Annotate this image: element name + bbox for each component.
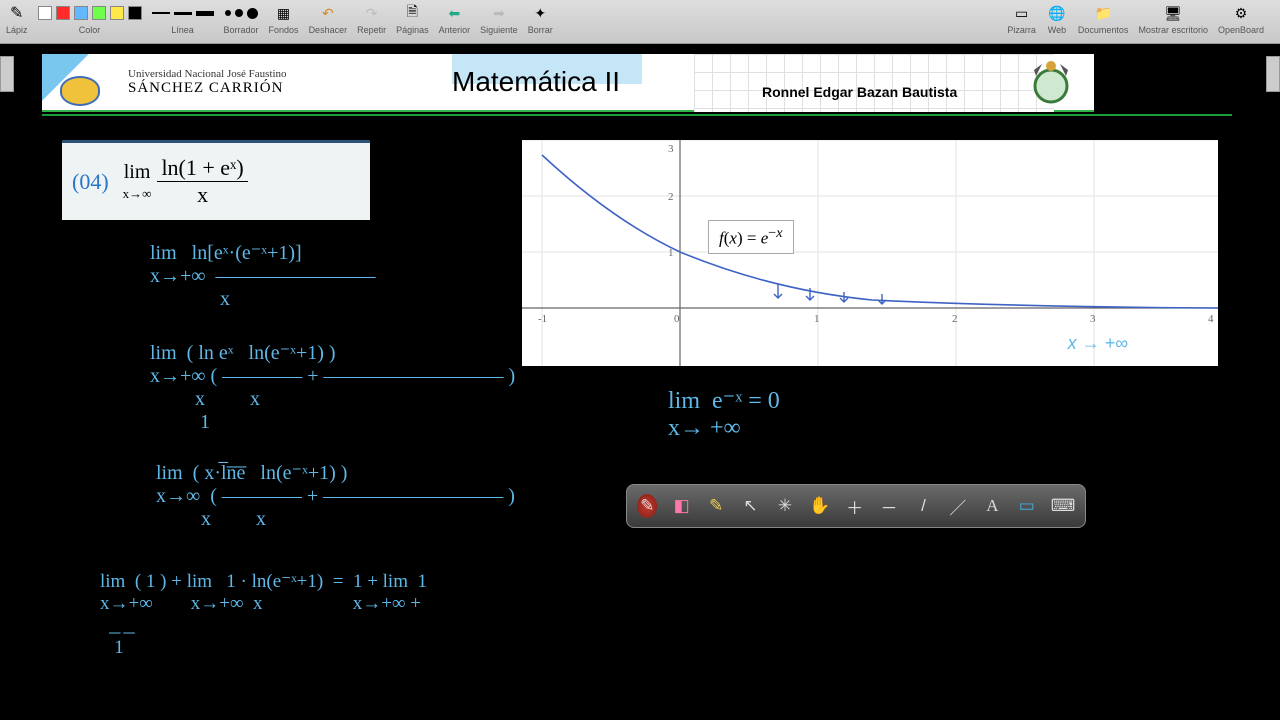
- label-paginas: Páginas: [396, 25, 429, 35]
- tool-prev[interactable]: ⬅ Anterior: [439, 2, 471, 35]
- tool-hand-sparkle-icon[interactable]: ✳: [775, 494, 795, 518]
- top-toolbar: ✎ Lápiz Color Línea Borrador ▦ Fondos ↶ …: [0, 0, 1280, 44]
- svg-text:3: 3: [1090, 313, 1096, 325]
- tool-redo[interactable]: ↷ Repetir: [357, 2, 386, 35]
- tool-web[interactable]: 🌐 Web: [1046, 2, 1068, 35]
- tool-pen[interactable]: ✎ Lápiz: [6, 2, 28, 35]
- label-deshacer: Deshacer: [309, 25, 348, 35]
- color-blue[interactable]: [74, 6, 88, 20]
- tool-clear[interactable]: ✦ Borrar: [528, 2, 553, 35]
- tool-eraser-size[interactable]: Borrador: [224, 2, 259, 35]
- svg-text:1: 1: [814, 313, 820, 325]
- gear-icon: ⚙: [1230, 2, 1252, 24]
- color-yellow[interactable]: [110, 6, 124, 20]
- problem-number: (04): [72, 169, 109, 195]
- tool-eraser-icon[interactable]: ◧: [671, 494, 691, 518]
- grid-icon: ▦: [273, 2, 295, 24]
- color-black[interactable]: [128, 6, 142, 20]
- tool-next[interactable]: ➡ Siguiente: [480, 2, 518, 35]
- color-green[interactable]: [92, 6, 106, 20]
- tool-desktop[interactable]: 🖥 Mostrar escritorio: [1138, 2, 1208, 35]
- page-add-icon: 🗎: [401, 2, 423, 24]
- redo-icon: ↷: [361, 2, 383, 24]
- label-web: Web: [1048, 25, 1066, 35]
- label-linea: Línea: [171, 25, 194, 35]
- folder-icon: 📁: [1092, 2, 1114, 24]
- tool-laser-icon[interactable]: /: [913, 494, 933, 518]
- tool-pages[interactable]: 🗎 Páginas: [396, 2, 429, 35]
- svg-text:0: 0: [674, 313, 680, 325]
- label-openboard: OpenBoard: [1218, 25, 1264, 35]
- tool-highlighter-icon[interactable]: ✎: [706, 494, 726, 518]
- svg-text:3: 3: [668, 143, 674, 155]
- clear-icon: ✦: [529, 2, 551, 24]
- right-panel-handle[interactable]: [1266, 56, 1280, 92]
- svg-text:1: 1: [668, 247, 674, 259]
- label-color: Color: [79, 25, 101, 35]
- pen-icon: ✎: [10, 3, 23, 23]
- work-right-1: lim e⁻ˣ = 0 x→ +∞: [668, 386, 780, 442]
- problem-box: (04) limx→∞ ln(1 + eˣ) x: [62, 140, 370, 220]
- tool-line[interactable]: Línea: [152, 2, 214, 35]
- university-subname: SÁNCHEZ CARRIÓN: [128, 80, 287, 97]
- tool-backgrounds[interactable]: ▦ Fondos: [269, 2, 299, 35]
- tool-screen-icon[interactable]: ▭: [1017, 494, 1037, 518]
- work-line-3: lim ( x·l̅n̅e̅ ln(e⁻ˣ+1) ) x→∞ ( ———— + …: [156, 460, 515, 531]
- svg-text:2: 2: [952, 313, 958, 325]
- work-line-1: lim ln[eˣ·(e⁻ˣ+1)] x→+∞ ———————— x: [150, 240, 376, 311]
- color-white[interactable]: [38, 6, 52, 20]
- tool-undo[interactable]: ↶ Deshacer: [309, 2, 348, 35]
- graph-panel: -1 0 1 2 3 4 1 2 3 f(x) = e−x x → +∞: [522, 140, 1218, 366]
- tool-pen-icon[interactable]: ✎: [637, 494, 657, 518]
- tool-color[interactable]: Color: [38, 2, 142, 35]
- denominator: x: [197, 182, 208, 208]
- label-borrador: Borrador: [224, 25, 259, 35]
- course-title: Matemática II: [452, 54, 694, 110]
- tool-hand-icon[interactable]: ✋: [809, 494, 830, 518]
- tool-openboard[interactable]: ⚙ OpenBoard: [1218, 2, 1264, 35]
- badge-icon: [1024, 58, 1078, 108]
- floating-toolbox[interactable]: ✎ ◧ ✎ ↖ ✳ ✋ ＋ － / ／ A ▭ ⌨: [626, 484, 1086, 528]
- left-panel-handle[interactable]: [0, 56, 14, 92]
- work-line-2: lim ( ln eˣ ln(e⁻ˣ+1) ) x→+∞ ( ———— + ——…: [150, 340, 515, 434]
- function-label: f(x) = e−x: [708, 220, 794, 254]
- label-mostrar: Mostrar escritorio: [1138, 25, 1208, 35]
- tool-line-icon[interactable]: ／: [948, 494, 968, 518]
- work-line-4: lim ( 1 ) + lim 1 · ln(e⁻ˣ+1) = 1 + lim …: [100, 570, 427, 659]
- prev-icon: ⬅: [443, 2, 465, 24]
- course-header: Universidad Nacional José Faustino SÁNCH…: [42, 54, 1094, 112]
- label-borrar: Borrar: [528, 25, 553, 35]
- svg-text:4: 4: [1208, 313, 1214, 325]
- svg-text:-1: -1: [538, 313, 547, 325]
- svg-text:2: 2: [668, 191, 674, 203]
- globe-icon: 🌐: [1046, 2, 1068, 24]
- label-siguiente: Siguiente: [480, 25, 518, 35]
- label-pizarra: Pizarra: [1007, 25, 1036, 35]
- tool-zoomout-icon[interactable]: －: [879, 494, 899, 518]
- label-fondos: Fondos: [269, 25, 299, 35]
- board-icon: ▭: [1011, 2, 1033, 24]
- tool-docs[interactable]: 📁 Documentos: [1078, 2, 1129, 35]
- tool-keyboard-icon[interactable]: ⌨: [1051, 494, 1075, 518]
- graph-note: x → +∞: [1068, 333, 1128, 354]
- tool-text-icon[interactable]: A: [982, 494, 1002, 518]
- undo-icon: ↶: [317, 2, 339, 24]
- author-name: Ronnel Edgar Bazan Bautista: [762, 84, 957, 100]
- university-name: Universidad Nacional José Faustino: [128, 68, 287, 80]
- desktop-icon: 🖥: [1162, 2, 1184, 24]
- tool-board[interactable]: ▭ Pizarra: [1007, 2, 1036, 35]
- numerator: ln(1 + eˣ): [157, 155, 247, 182]
- tool-zoomin-icon[interactable]: ＋: [844, 494, 864, 518]
- divider: [42, 114, 1232, 116]
- label-anterior: Anterior: [439, 25, 471, 35]
- color-red[interactable]: [56, 6, 70, 20]
- tool-pointer-icon[interactable]: ↖: [740, 494, 760, 518]
- university-logo: [42, 54, 118, 110]
- label-repetir: Repetir: [357, 25, 386, 35]
- label-lapiz: Lápiz: [6, 25, 28, 35]
- label-docs: Documentos: [1078, 25, 1129, 35]
- next-icon: ➡: [488, 2, 510, 24]
